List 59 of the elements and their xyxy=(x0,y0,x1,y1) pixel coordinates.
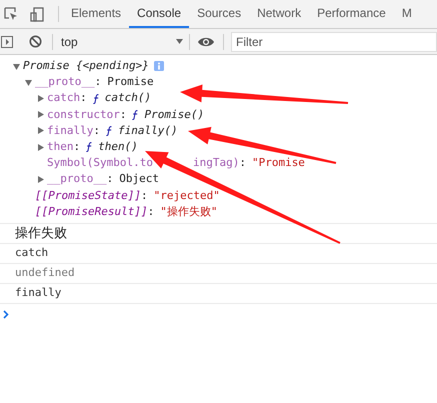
colon: : xyxy=(94,74,102,90)
property-key: constructor xyxy=(47,106,120,123)
property-value: Promise xyxy=(107,74,154,90)
console-message: 操作失败 xyxy=(15,224,67,243)
colon: : xyxy=(74,139,80,156)
property-value: catch() xyxy=(104,90,152,106)
property-key: __proto__ xyxy=(47,171,107,188)
property-key: [[PromiseState]] xyxy=(35,188,141,204)
colon: : xyxy=(239,155,246,172)
property-key: Symbol(Symbol.to xyxy=(47,155,153,172)
colon: : xyxy=(80,90,87,106)
function-icon xyxy=(92,94,99,104)
collapsed-triangle-icon[interactable] xyxy=(37,95,44,102)
property-key: ingTag) xyxy=(192,155,240,172)
tab[interactable]: Sources xyxy=(189,0,250,28)
caret-icon xyxy=(176,39,183,44)
context-select[interactable]: top xyxy=(53,30,189,52)
property-key: [[PromiseResult]] xyxy=(35,204,148,220)
expanded-triangle-icon[interactable] xyxy=(13,62,20,70)
filter-field[interactable]: Filter xyxy=(231,32,437,52)
property-value: Promise() xyxy=(144,106,204,123)
string-value: "Promise xyxy=(252,155,305,172)
tab[interactable]: Elements xyxy=(63,0,130,28)
tab[interactable]: Network xyxy=(249,0,310,28)
string-value: "操作失败" xyxy=(160,204,218,220)
collapsed-triangle-icon[interactable] xyxy=(37,144,44,151)
property-key: then xyxy=(47,139,74,156)
clear-icon[interactable] xyxy=(29,35,42,48)
collapsed-triangle-icon[interactable] xyxy=(37,127,44,134)
expanded-triangle-icon[interactable] xyxy=(25,78,32,86)
console-message: finally xyxy=(15,285,62,302)
console-message: undefined xyxy=(15,265,75,282)
property-value: finally() xyxy=(118,122,178,139)
property-value: then() xyxy=(98,139,138,156)
property-key: catch xyxy=(47,90,80,107)
tab[interactable]: M xyxy=(394,0,420,28)
function-icon xyxy=(106,126,112,136)
string-value: "rejected" xyxy=(154,188,220,204)
context-value: top xyxy=(61,34,78,50)
collapsed-triangle-icon[interactable] xyxy=(37,176,44,184)
function-icon xyxy=(132,110,138,120)
colon: : xyxy=(93,122,100,139)
sidebar-toggle-icon[interactable] xyxy=(1,36,13,48)
object-summary: Promise {<pending>} xyxy=(23,58,149,74)
collapsed-triangle-icon[interactable] xyxy=(37,111,44,118)
colon: : xyxy=(148,204,154,220)
colon: : xyxy=(106,171,114,188)
tab[interactable]: Performance xyxy=(309,0,394,28)
console-message: catch xyxy=(15,245,48,262)
inspect-icon[interactable] xyxy=(4,7,18,21)
property-value: Object xyxy=(119,171,159,188)
eye-icon[interactable] xyxy=(198,36,214,46)
colon: : xyxy=(120,106,126,123)
property-key: finally xyxy=(47,122,94,140)
prompt-icon xyxy=(3,310,9,319)
colon: : xyxy=(140,188,148,204)
device-icon[interactable] xyxy=(30,6,44,22)
function-icon xyxy=(86,142,92,152)
property-key: __proto__ xyxy=(35,74,95,90)
